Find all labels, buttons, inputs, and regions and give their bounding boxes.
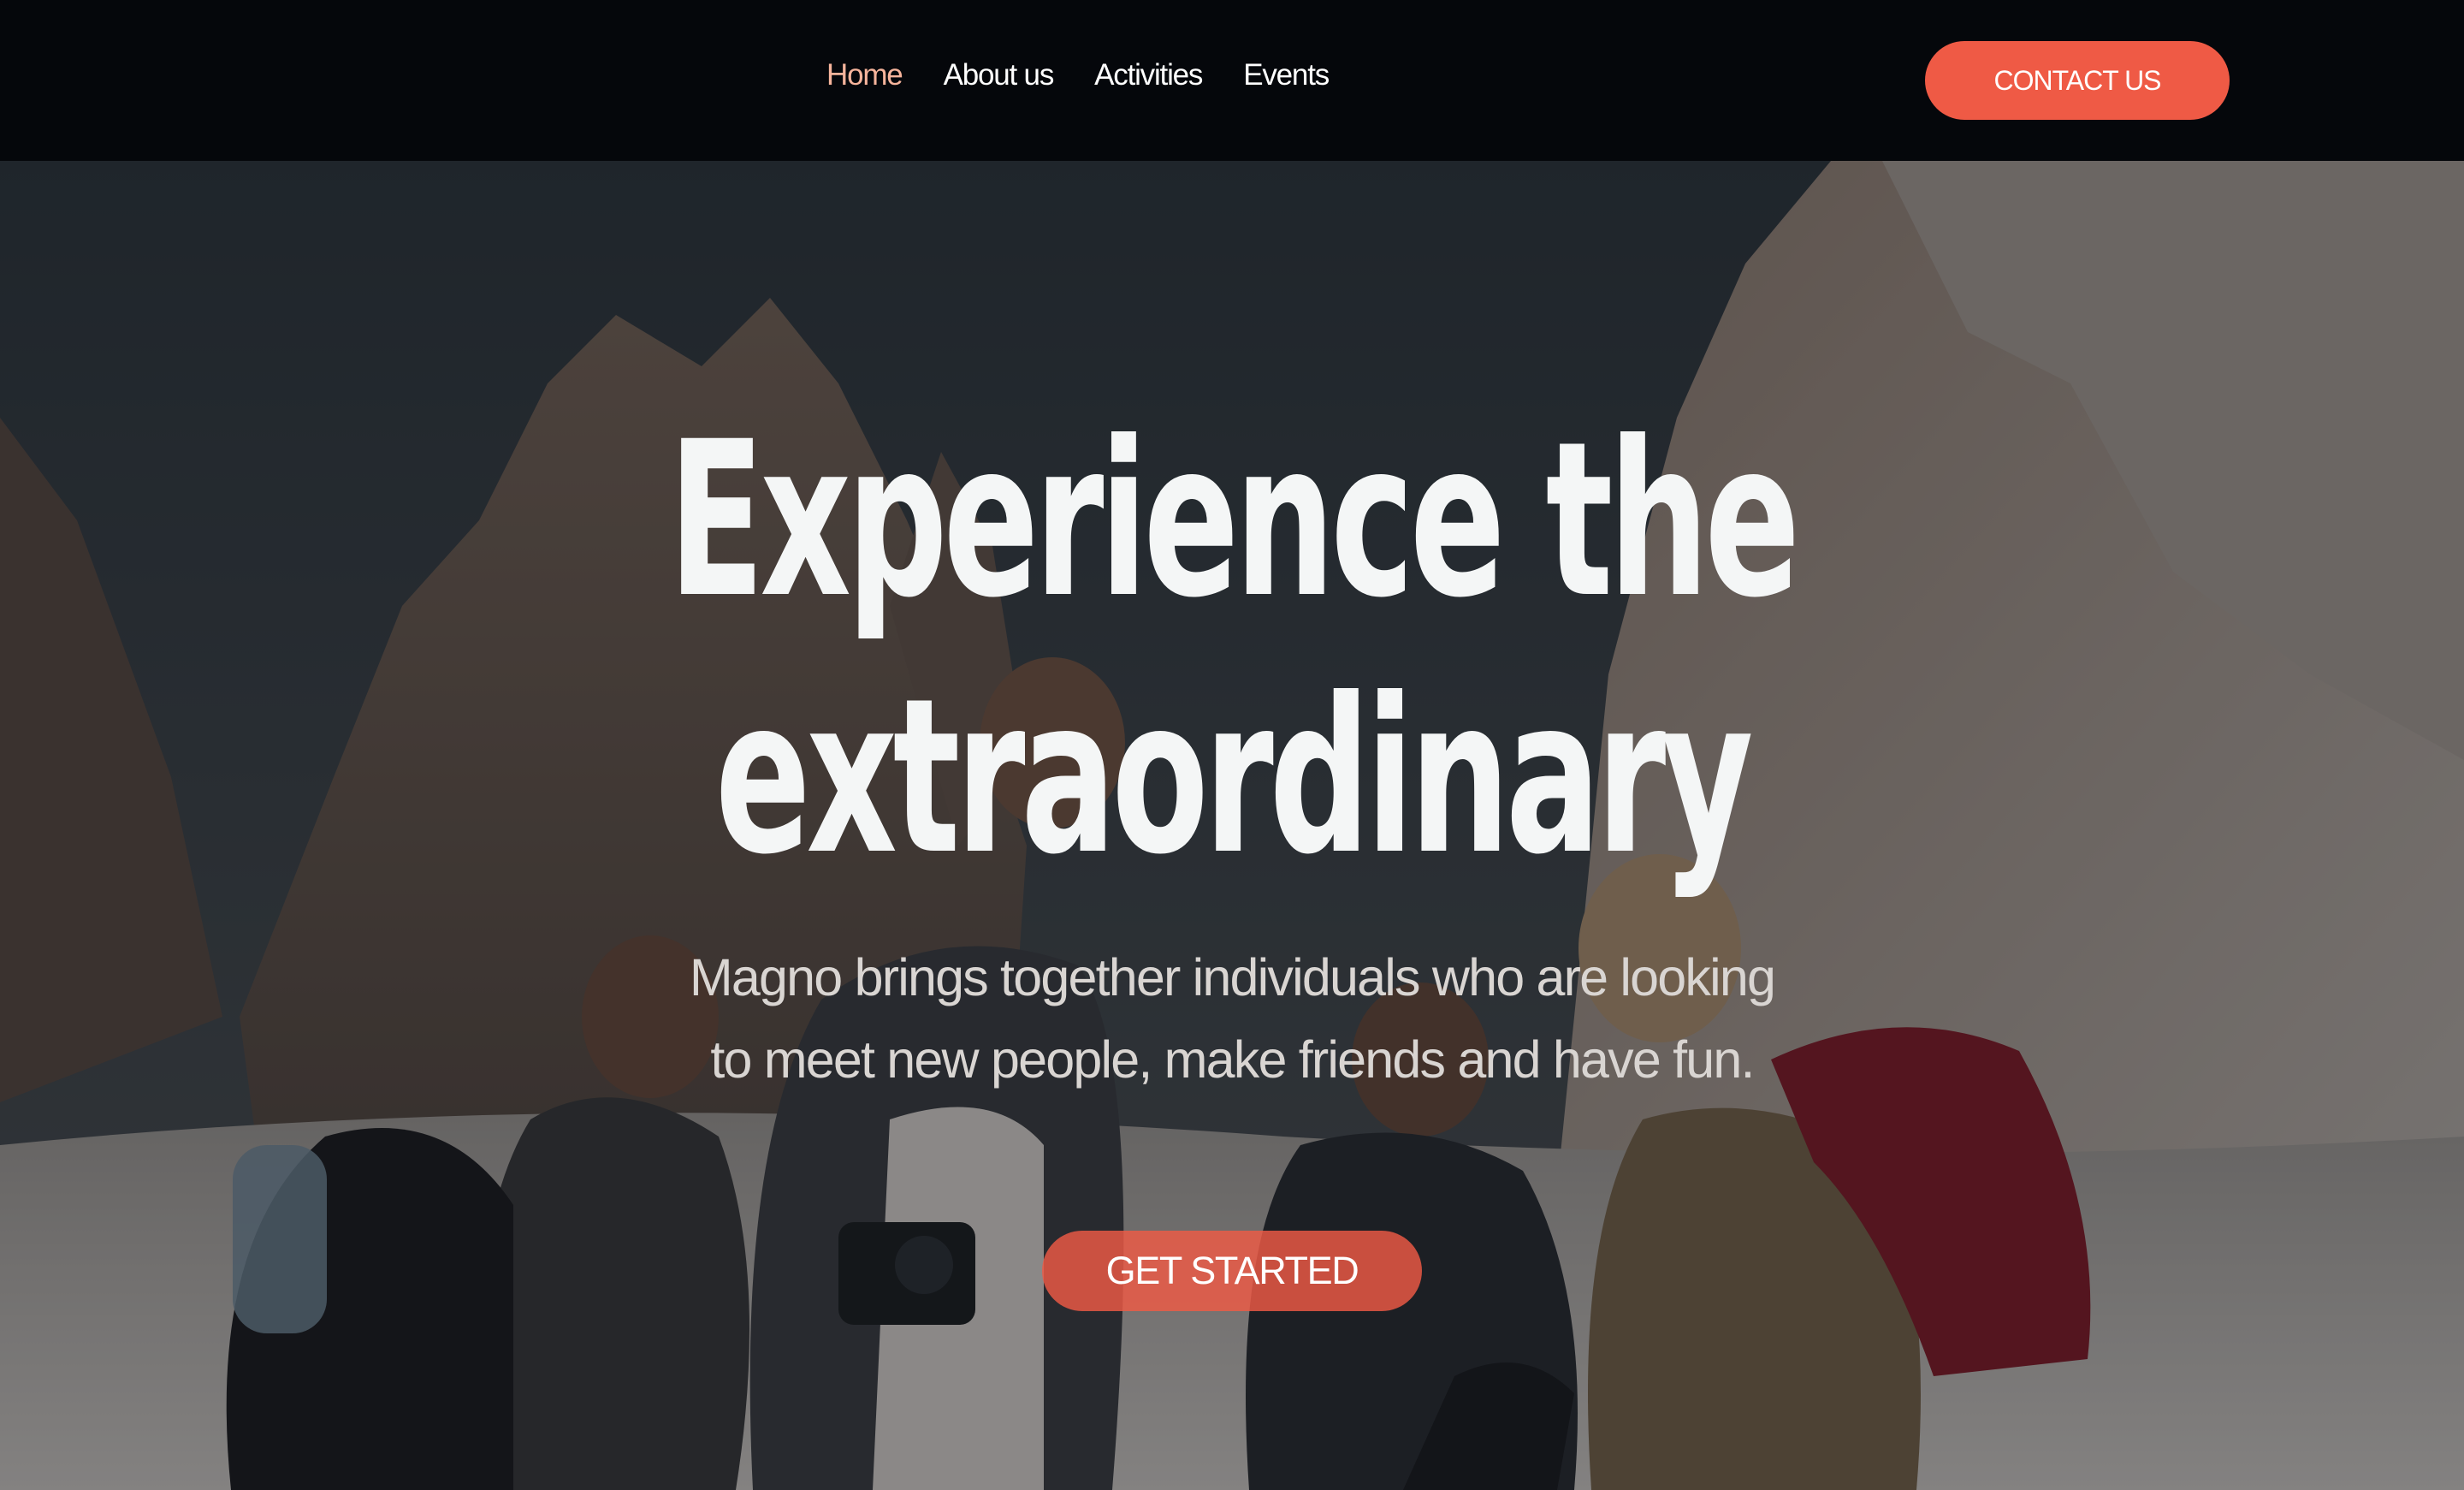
hero-subtitle: Magno brings together individuals who ar… [689, 948, 1776, 1089]
hero-section: Experience the extraordinary Magno bring… [0, 161, 2464, 1490]
main-nav: Home About us Activities Events [826, 58, 1330, 92]
hero-title: Experience the extraordinary [419, 392, 2046, 905]
nav-link-events[interactable]: Events [1243, 58, 1330, 92]
landing-page: Home About us Activities Events CONTACT … [0, 0, 2464, 1490]
nav-link-activities[interactable]: Activities [1094, 58, 1203, 92]
top-navbar: Home About us Activities Events CONTACT … [0, 0, 2464, 161]
get-started-button[interactable]: GET STARTED [1042, 1231, 1422, 1311]
nav-link-about-us[interactable]: About us [944, 58, 1055, 92]
hero-title-line-1: Experience the [668, 395, 1800, 644]
nav-link-home[interactable]: Home [826, 58, 903, 92]
hero-title-line-2: extraordinary [714, 652, 1754, 901]
contact-us-button[interactable]: CONTACT US [1925, 41, 2230, 120]
